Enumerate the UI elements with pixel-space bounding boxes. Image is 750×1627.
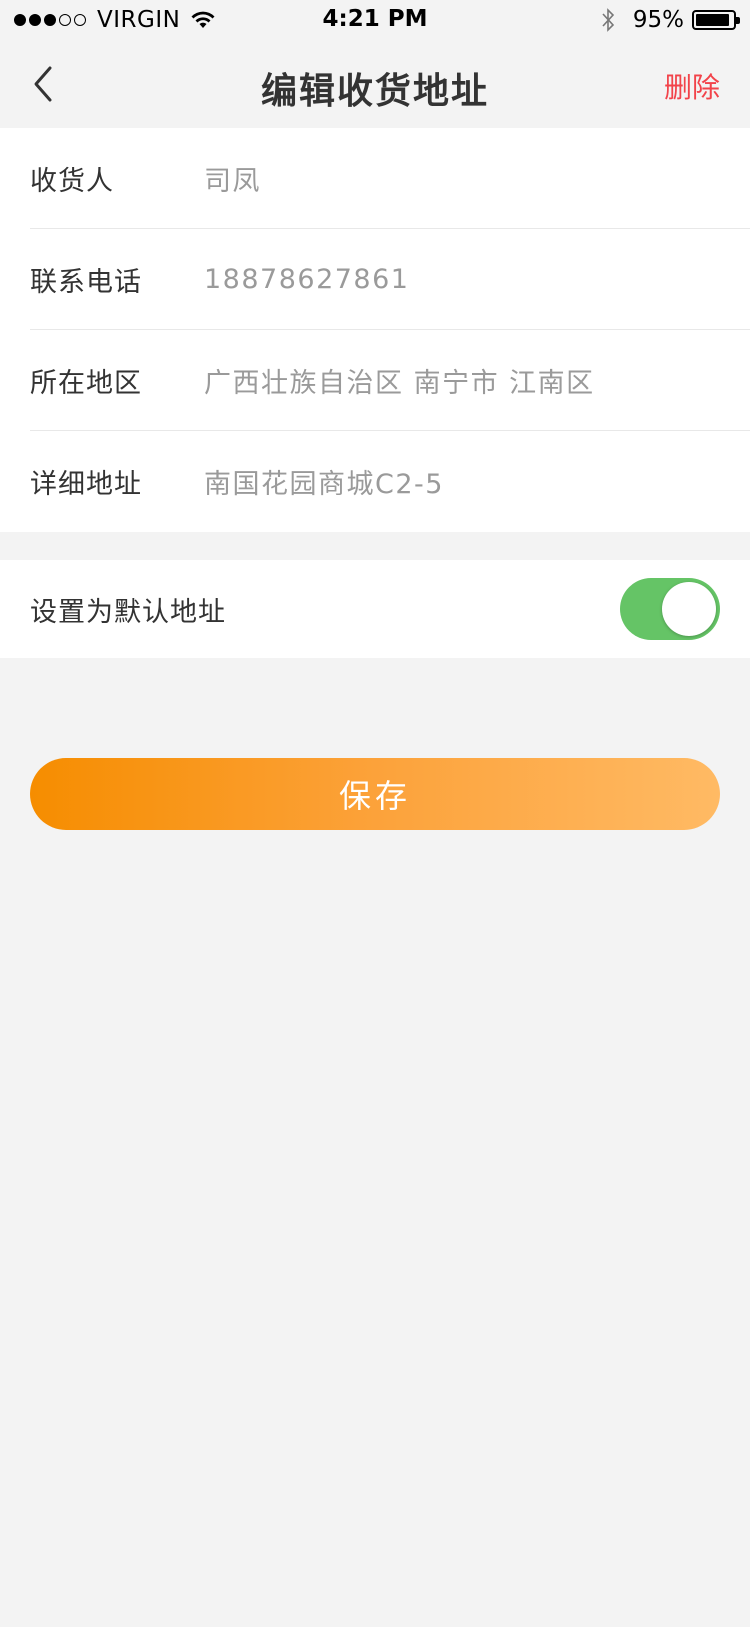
default-address-row: 设置为默认地址 bbox=[0, 560, 750, 658]
address-form: 收货人 司凤 联系电话 18878627861 所在地区 广西壮族自治区 南宁市… bbox=[0, 128, 750, 532]
navigation-bar: 编辑收货地址 删除 bbox=[0, 40, 750, 128]
region-label: 所在地区 bbox=[30, 367, 142, 399]
detail-address-value[interactable]: 南国花园商城C2-5 bbox=[204, 462, 444, 501]
phone-value[interactable]: 18878627861 bbox=[204, 264, 409, 295]
bluetooth-icon bbox=[602, 8, 614, 32]
battery-level bbox=[696, 14, 730, 26]
status-right: 95% bbox=[601, 6, 740, 34]
detail-address-row[interactable]: 详细地址 南国花园商城C2-5 bbox=[30, 431, 750, 532]
page-title: 编辑收货地址 bbox=[260, 71, 489, 112]
battery-icon bbox=[692, 10, 740, 30]
region-value[interactable]: 广西壮族自治区 南宁市 江南区 bbox=[204, 361, 595, 400]
toggle-knob bbox=[662, 582, 716, 636]
recipient-label: 收货人 bbox=[30, 165, 114, 197]
recipient-value[interactable]: 司凤 bbox=[204, 159, 261, 198]
detail-address-label: 详细地址 bbox=[30, 469, 142, 500]
default-address-label: 设置为默认地址 bbox=[30, 596, 226, 628]
phone-label: 联系电话 bbox=[30, 266, 142, 298]
battery-cap bbox=[736, 17, 740, 24]
battery-percentage: 95% bbox=[632, 7, 684, 33]
delete-button[interactable]: 删除 bbox=[664, 66, 720, 106]
save-button[interactable]: 保存 bbox=[30, 758, 720, 830]
status-bar: VIRGIN 4:21 PM 95% bbox=[0, 0, 750, 40]
default-address-toggle[interactable] bbox=[620, 578, 720, 640]
phone-row[interactable]: 联系电话 18878627861 bbox=[30, 229, 750, 330]
region-row[interactable]: 所在地区 广西壮族自治区 南宁市 江南区 bbox=[30, 330, 750, 431]
recipient-row[interactable]: 收货人 司凤 bbox=[30, 128, 750, 229]
